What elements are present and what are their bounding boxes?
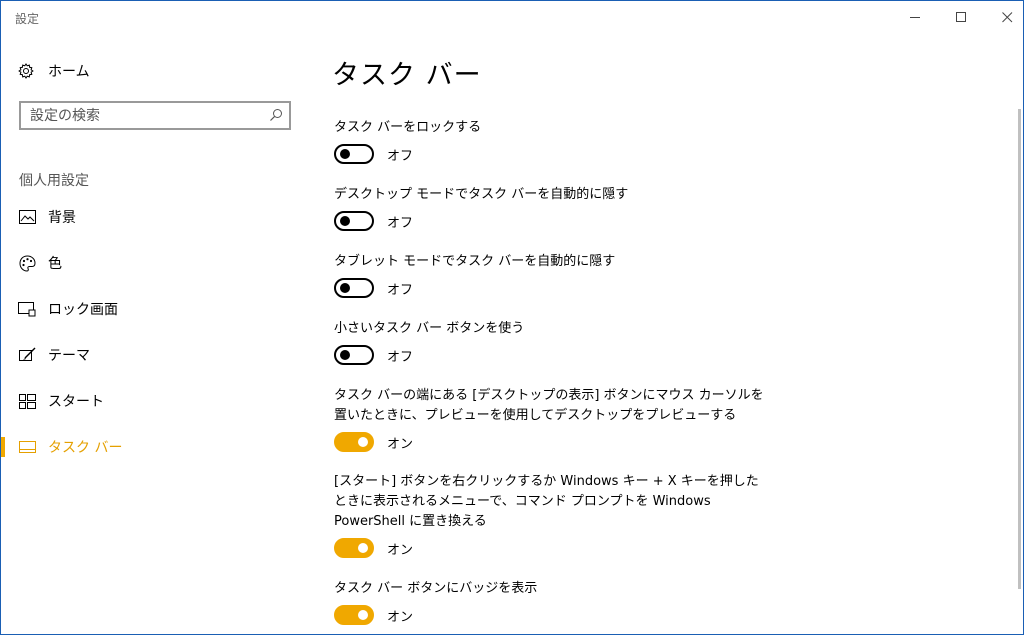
- autohide-tablet-toggle[interactable]: [334, 278, 374, 298]
- toggle-state-label: オフ: [387, 148, 414, 164]
- minimize-icon: [909, 16, 920, 18]
- search-input[interactable]: [21, 103, 270, 128]
- sidebar-item-taskbar[interactable]: タスク バー: [1, 427, 301, 467]
- section-heading: 個人用設定: [19, 173, 89, 189]
- toggle-knob: [340, 149, 350, 159]
- palette-icon: [18, 254, 36, 272]
- start-grid-icon: [18, 392, 36, 410]
- settings-window: 設定 ホーム 個人用設定: [0, 0, 1024, 635]
- home-link[interactable]: ホーム: [18, 61, 90, 81]
- lock-taskbar-toggle[interactable]: [334, 144, 374, 164]
- toggle-row: オフ: [334, 211, 764, 231]
- toggle-row: オン: [334, 605, 764, 625]
- sidebar-item-label: ロック画面: [48, 302, 118, 318]
- setting-description: 小さいタスク バー ボタンを使う: [334, 321, 525, 336]
- scrollbar[interactable]: [1018, 109, 1021, 589]
- small-buttons-toggle[interactable]: [334, 345, 374, 365]
- sidebar-item-label: テーマ: [48, 348, 90, 364]
- toggle-row: オン: [334, 432, 764, 452]
- powershell-menu-toggle[interactable]: [334, 538, 374, 558]
- setting-description: デスクトップ モードでタスク バーを自動的に隠す: [334, 187, 629, 202]
- sidebar-item-lock-screen[interactable]: ロック画面: [1, 289, 301, 329]
- peek-desktop-toggle[interactable]: [334, 432, 374, 452]
- toggle-knob: [340, 283, 350, 293]
- toggle-knob: [340, 350, 350, 360]
- toggle-row: オフ: [334, 278, 764, 298]
- setting-peek-desktop: タスク バーの端にある [デスクトップの表示] ボタンにマウス カーソルを置いた…: [334, 386, 764, 452]
- toggle-state-label: オフ: [387, 215, 414, 231]
- toggle-knob: [358, 610, 368, 620]
- lock-screen-icon: [18, 300, 36, 318]
- home-label: ホーム: [48, 64, 90, 80]
- theme-brush-icon: [18, 346, 36, 364]
- setting-autohide-tablet: タブレット モードでタスク バーを自動的に隠す オフ: [334, 252, 764, 298]
- show-badges-toggle[interactable]: [334, 605, 374, 625]
- picture-icon: [18, 208, 36, 226]
- toggle-knob: [358, 543, 368, 553]
- sidebar-item-label: 背景: [48, 210, 76, 226]
- toggle-state-label: オン: [387, 542, 414, 558]
- sidebar-item-label: タスク バー: [48, 440, 123, 456]
- sidebar-item-label: 色: [48, 256, 62, 272]
- setting-description: タブレット モードでタスク バーを自動的に隠す: [334, 254, 616, 269]
- toggle-state-label: オン: [387, 436, 414, 452]
- setting-lock-taskbar: タスク バーをロックする オフ: [334, 118, 764, 164]
- search-box[interactable]: [19, 101, 291, 130]
- toggle-row: オン: [334, 538, 764, 558]
- page-title: タスク バー: [332, 60, 482, 91]
- close-icon: [1001, 11, 1012, 22]
- title-bar: 設定: [1, 1, 1023, 33]
- maximize-icon: [955, 11, 966, 22]
- toggle-state-label: オフ: [387, 349, 414, 365]
- toggle-row: オフ: [334, 345, 764, 365]
- sidebar-item-color[interactable]: 色: [1, 243, 301, 283]
- autohide-desktop-toggle[interactable]: [334, 211, 374, 231]
- close-button[interactable]: [984, 1, 1023, 33]
- setting-description: [スタート] ボタンを右クリックするか Windows キー + X キーを押し…: [334, 474, 759, 529]
- sidebar-item-background[interactable]: 背景: [1, 197, 301, 237]
- sidebar: ホーム 個人用設定 背景 色 ロック画面: [1, 33, 301, 633]
- main-content: タスク バー タスク バーをロックする オフ デスクトップ モードでタスク バー…: [301, 33, 1013, 633]
- setting-powershell-menu: [スタート] ボタンを右クリックするか Windows キー + X キーを押し…: [334, 472, 764, 558]
- toggle-row: オフ: [334, 144, 764, 164]
- setting-description: タスク バー ボタンにバッジを表示: [334, 581, 538, 596]
- sidebar-item-theme[interactable]: テーマ: [1, 335, 301, 375]
- sidebar-item-start[interactable]: スタート: [1, 381, 301, 421]
- setting-autohide-desktop: デスクトップ モードでタスク バーを自動的に隠す オフ: [334, 185, 764, 231]
- toggle-knob: [340, 216, 350, 226]
- taskbar-icon: [18, 438, 36, 456]
- toggle-state-label: オフ: [387, 282, 414, 298]
- window-title: 設定: [15, 12, 40, 26]
- maximize-button[interactable]: [938, 1, 984, 33]
- minimize-button[interactable]: [892, 1, 938, 33]
- gear-icon: [18, 63, 34, 79]
- setting-description: タスク バーの端にある [デスクトップの表示] ボタンにマウス カーソルを置いた…: [334, 388, 764, 423]
- toggle-state-label: オン: [387, 609, 414, 625]
- search-icon[interactable]: [269, 108, 283, 122]
- setting-show-badges: タスク バー ボタンにバッジを表示 オン: [334, 579, 764, 625]
- setting-description: タスク バーをロックする: [334, 120, 482, 135]
- sidebar-item-label: スタート: [48, 394, 104, 410]
- setting-small-buttons: 小さいタスク バー ボタンを使う オフ: [334, 319, 764, 365]
- toggle-knob: [358, 437, 368, 447]
